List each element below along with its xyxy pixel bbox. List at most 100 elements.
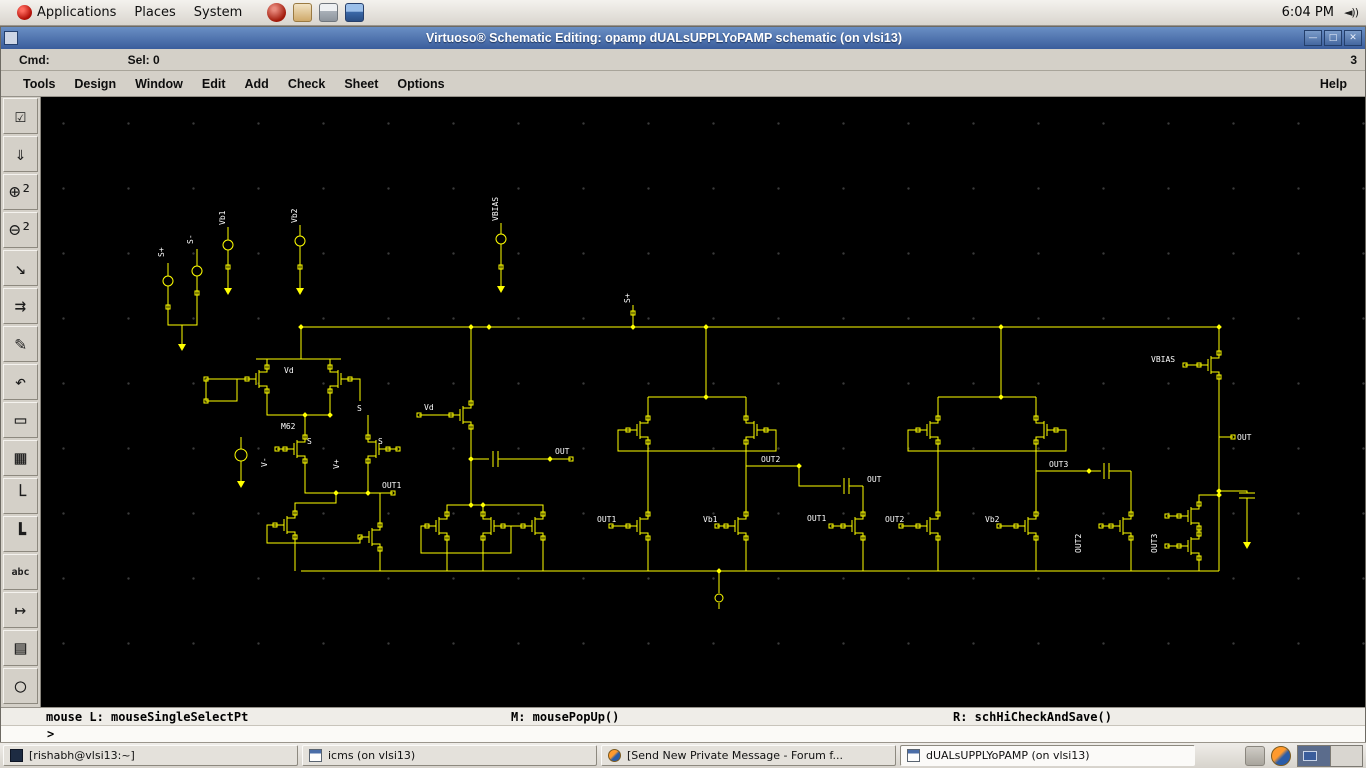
menu-add[interactable]: Add (237, 73, 277, 95)
svg-text:OUT: OUT (1237, 433, 1252, 442)
virtuoso-window: Virtuoso® Schematic Editing: opamp dUALs… (0, 26, 1366, 743)
pin-button[interactable]: ↦ (3, 592, 38, 628)
task-button[interactable]: dUALsUPPLYoPAMP (on vlsi13) (900, 745, 1195, 766)
command-bar: Cmd: Sel: 0 3 (1, 49, 1365, 71)
status-mouse-left: mouse L: mouseSingleSelectPt (46, 710, 249, 724)
menu-edit[interactable]: Edit (194, 73, 234, 95)
svg-text:OUT1: OUT1 (807, 514, 826, 523)
close-button[interactable]: ✕ (1344, 30, 1362, 46)
menu-window[interactable]: Window (127, 73, 191, 95)
panel-menu-label: Applications (37, 5, 117, 20)
task-button[interactable]: [Send New Private Message - Forum f... (601, 745, 896, 766)
zoom-out-by-2-button[interactable]: ⊖² (3, 212, 38, 248)
window-title: Virtuoso® Schematic Editing: opamp dUALs… (426, 31, 902, 45)
panel-launchers (267, 3, 365, 22)
panel-menu-applications[interactable]: Applications (8, 2, 125, 23)
svg-text:VBIAS: VBIAS (1151, 355, 1175, 364)
menu-bar: Tools Design Window Edit Add Check Sheet Option… (1, 71, 1365, 97)
schematic-canvas[interactable]: S+ S- Vb1 Vb2 VBIAS S+ Vd M62 S S S V- V+ OUT1 Vd OUT OU… (41, 97, 1365, 707)
menu-tools[interactable]: Tools (15, 73, 63, 95)
menu-sheet[interactable]: Sheet (336, 73, 386, 95)
minimize-button[interactable]: — (1304, 30, 1322, 46)
cmd-options-button[interactable]: ▤ (3, 630, 38, 666)
svg-text:S: S (357, 404, 362, 413)
maximize-button[interactable]: □ (1324, 30, 1342, 46)
workspace-1[interactable] (1298, 745, 1330, 766)
svg-text:VBIAS: VBIAS (491, 197, 500, 221)
task-button-label: [rishabh@vlsi13:~] (29, 749, 135, 762)
window-menu-icon[interactable] (4, 31, 18, 45)
svg-text:S+: S+ (623, 293, 632, 303)
taskbar: [rishabh@vlsi13:~] icms (on vlsi13) [Send … (0, 742, 1366, 768)
panel-menu-system[interactable]: System (185, 2, 251, 23)
undo-button[interactable]: ↶ (3, 364, 38, 400)
svg-text:V-: V- (260, 457, 269, 467)
task-button[interactable]: [rishabh@vlsi13:~] (3, 745, 298, 766)
svg-text:OUT2: OUT2 (761, 455, 780, 464)
status-mouse-middle: M: mousePopUp() (511, 710, 620, 724)
status-mouse-right: R: schHiCheckAndSave() (953, 710, 1112, 724)
svg-text:Vb1: Vb1 (703, 515, 718, 524)
wire-label-button[interactable]: abc (3, 554, 38, 590)
menu-check[interactable]: Check (280, 73, 334, 95)
desktop: Applications Places System 6:04 PM ◄)) Vir… (0, 0, 1366, 768)
instance-button[interactable]: ▦ (3, 440, 38, 476)
workspace-2[interactable] (1330, 745, 1362, 766)
svg-text:OUT1: OUT1 (597, 515, 616, 524)
panel-menu-label: Places (134, 5, 176, 20)
menu-help[interactable]: Help (1314, 73, 1353, 95)
wide-wire-button[interactable]: ┗ (3, 516, 38, 552)
clock[interactable]: 6:04 PM (1282, 5, 1334, 20)
volume-icon[interactable]: ◄)) (1344, 6, 1359, 19)
filemanager-launcher-icon[interactable] (293, 3, 313, 22)
svg-text:OUT2: OUT2 (1074, 534, 1083, 553)
svg-text:S+: S+ (157, 247, 166, 257)
wire-button[interactable]: └ (3, 478, 38, 514)
tool-palette: ☑ ⇓ ⊕² ⊖² ↘ ⇉ ✎ ↶ ▭ ▦ └ ┗ abc ↦ ▤ ○ (1, 97, 41, 707)
svg-text:OUT3: OUT3 (1049, 460, 1068, 469)
menu-design[interactable]: Design (66, 73, 124, 95)
browser-launcher-icon[interactable] (267, 3, 287, 22)
task-button-label: [Send New Private Message - Forum f... (627, 749, 843, 762)
window-icon (907, 749, 920, 762)
task-button-label: dUALsUPPLYoPAMP (on vlsi13) (926, 749, 1090, 762)
menu-options[interactable]: Options (389, 73, 452, 95)
window-controls: — □ ✕ (1304, 30, 1362, 46)
property-button[interactable]: ▭ (3, 402, 38, 438)
status-bar: mouse L: mouseSingleSelectPt M: mousePop… (1, 707, 1365, 725)
main-area: ☑ ⇓ ⊕² ⊖² ↘ ⇉ ✎ ↶ ▭ ▦ └ ┗ abc ↦ ▤ ○ S+ S- Vb1 Vb2 VBIAS S+ Vd… (1, 97, 1365, 707)
tray-app-icon[interactable] (1245, 745, 1265, 766)
copy-button[interactable]: ⇉ (3, 288, 38, 324)
schematic-svg: S+ S- Vb1 Vb2 VBIAS S+ Vd M62 S S S V- V+ OUT1 Vd OUT OU… (157, 197, 1255, 609)
prompt-line: > (1, 725, 1365, 743)
svg-text:Vd: Vd (284, 366, 294, 375)
printer-launcher-icon[interactable] (319, 3, 339, 22)
workspace-window-thumb (1303, 750, 1317, 761)
save-button[interactable]: ⇓ (3, 136, 38, 172)
svg-text:OUT: OUT (555, 447, 570, 456)
task-button-label: icms (on vlsi13) (328, 749, 416, 762)
workspace-switcher (1297, 744, 1363, 767)
magnify-button[interactable]: ○ (3, 668, 38, 704)
svg-text:OUT1: OUT1 (382, 481, 401, 490)
panel-right: 6:04 PM ◄)) (1282, 5, 1359, 20)
stretch-button[interactable]: ↘ (3, 250, 38, 286)
menu-items: Tools Design Window Edit Add Check Sheet Option… (1, 73, 453, 95)
titlebar: Virtuoso® Schematic Editing: opamp dUALs… (1, 27, 1365, 49)
panel-menu-label: System (193, 5, 243, 20)
svg-text:V+: V+ (332, 459, 341, 469)
delete-button[interactable]: ✎ (3, 326, 38, 362)
check-and-save-button[interactable]: ☑ (3, 98, 38, 134)
zoom-in-by-2-button[interactable]: ⊕² (3, 174, 38, 210)
panel-menu-places[interactable]: Places (125, 2, 184, 23)
svg-text:S-: S- (186, 234, 195, 244)
cmd-label: Cmd: (19, 52, 50, 67)
tray-firefox-icon[interactable] (1271, 745, 1291, 766)
task-button[interactable]: icms (on vlsi13) (302, 745, 597, 766)
system-tray (1245, 744, 1363, 767)
svg-text:S: S (378, 437, 383, 446)
screen-launcher-icon[interactable] (345, 3, 365, 22)
svg-text:OUT2: OUT2 (885, 515, 904, 524)
sel-label: Sel: 0 (127, 52, 160, 67)
redhat-menu-icon (17, 5, 32, 20)
